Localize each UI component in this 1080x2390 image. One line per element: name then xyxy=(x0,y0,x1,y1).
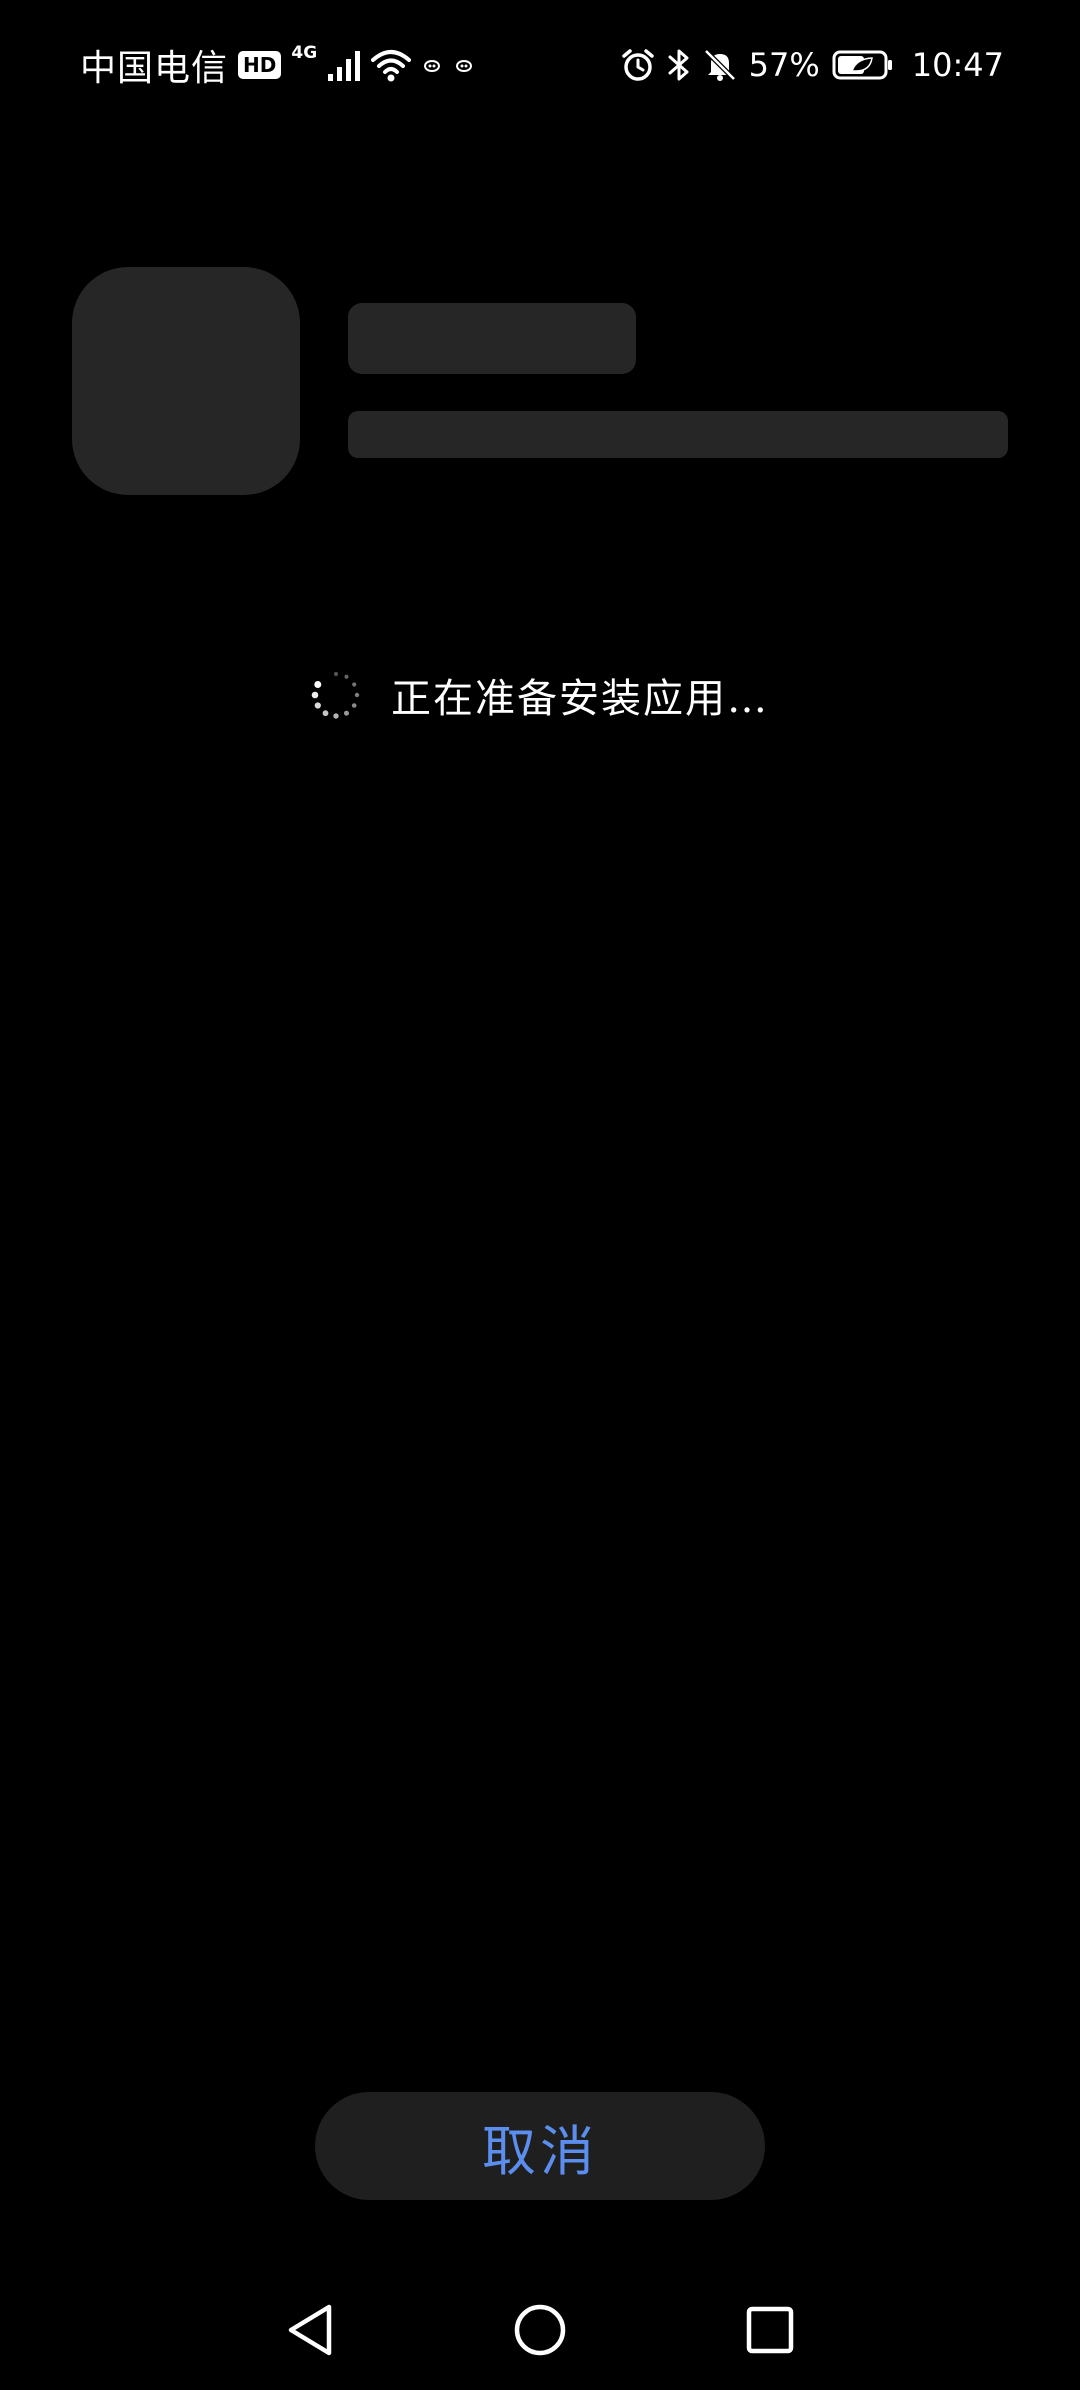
navigation-bar xyxy=(0,2270,1080,2388)
mute-icon xyxy=(703,48,737,82)
install-status-text: 正在准备安装应用… xyxy=(391,676,769,722)
hd-badge: HD xyxy=(238,51,282,79)
back-icon xyxy=(285,2302,335,2358)
notification-icon xyxy=(421,54,443,76)
status-bar-left: 中国电信 HD 4G xyxy=(80,38,475,92)
back-button[interactable] xyxy=(250,2270,370,2390)
battery-percent: 57% xyxy=(748,46,820,84)
carrier-name: 中国电信 xyxy=(80,48,229,89)
network-type: 4G xyxy=(291,43,318,63)
wifi-icon xyxy=(371,48,412,82)
home-icon xyxy=(513,2303,567,2357)
cancel-button[interactable]: 取消 xyxy=(315,2092,765,2200)
app-icon-placeholder xyxy=(72,267,300,495)
install-progress: 正在准备安装应用… xyxy=(0,660,1080,730)
bluetooth-icon xyxy=(667,48,691,82)
app-description-placeholder xyxy=(348,411,1008,458)
app-name-placeholder xyxy=(348,303,636,374)
alarm-icon xyxy=(621,48,655,82)
recents-button[interactable] xyxy=(710,2270,830,2390)
clock: 10:47 xyxy=(911,46,1004,84)
home-button[interactable] xyxy=(480,2270,600,2390)
status-bar-right: 57% 10:47 xyxy=(621,38,1004,92)
recents-icon xyxy=(745,2305,795,2355)
notification-icon xyxy=(453,54,475,76)
signal-icon xyxy=(327,48,361,82)
status-bar: 中国电信 HD 4G 57% 10:47 xyxy=(0,0,1080,130)
cancel-button-label: 取消 xyxy=(482,2119,598,2183)
battery-icon xyxy=(832,49,894,81)
loading-spinner-icon xyxy=(311,670,361,720)
